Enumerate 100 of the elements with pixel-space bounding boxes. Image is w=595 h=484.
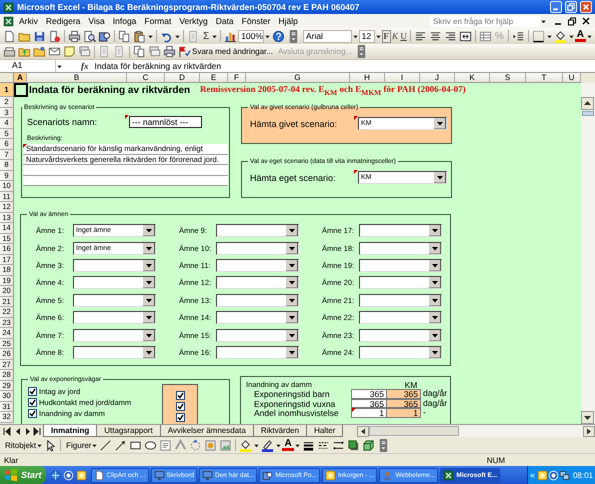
font-dropdown[interactable]: Arial	[302, 30, 352, 42]
spreadsheet-icon[interactable]	[3, 2, 14, 12]
menu-item[interactable]: Arkiv	[15, 16, 42, 26]
substance-dropdown[interactable]	[216, 242, 299, 255]
spreadsheet-icon[interactable]	[3, 16, 14, 26]
menu-item[interactable]: Redigera	[42, 16, 84, 26]
close-icon[interactable]	[580, 15, 592, 27]
column-header[interactable]: K	[455, 73, 490, 83]
tray-expand-button[interactable]: «	[530, 470, 537, 480]
sheet-navigation-icon[interactable]	[2, 426, 42, 437]
draw-menu-button[interactable]: Ritobjekt	[2, 440, 36, 450]
dropdown-arrow-icon[interactable]	[143, 312, 155, 324]
align-right-icon[interactable]	[444, 30, 457, 42]
substance-dropdown[interactable]	[73, 311, 156, 324]
column-header[interactable]: S	[490, 73, 526, 83]
column-header[interactable]: C	[127, 73, 165, 83]
dropdown-arrow-icon[interactable]	[286, 346, 298, 358]
column-header[interactable]: I	[385, 73, 420, 83]
substance-dropdown[interactable]	[216, 311, 299, 324]
dropdown-arrow-icon[interactable]	[429, 294, 441, 306]
arrow-style-icon[interactable]	[332, 438, 345, 452]
column-header[interactable]: T	[526, 73, 563, 83]
scroll-left-icon[interactable]	[357, 426, 369, 436]
scroll-up-icon[interactable]	[581, 97, 594, 110]
scrollbar-thumb[interactable]	[369, 426, 459, 436]
restore-icon[interactable]	[566, 15, 578, 27]
reply-with-changes-button[interactable]: Svara med ändringar...	[177, 45, 276, 58]
substance-dropdown[interactable]	[359, 258, 442, 272]
checkbox[interactable]	[176, 413, 184, 422]
dropdown-arrow-icon[interactable]	[143, 260, 155, 271]
print-preview-icon[interactable]	[83, 30, 96, 42]
menu-item[interactable]: Fönster	[238, 16, 274, 26]
dropdown-arrow-icon[interactable]	[286, 294, 298, 306]
shadow-icon[interactable]	[346, 438, 360, 452]
sheet-tab[interactable]: Riktvärden	[252, 425, 308, 437]
shapes-menu-button[interactable]: Figurer	[63, 440, 92, 450]
insert-function-button[interactable]: fx	[63, 61, 94, 71]
help-icon[interactable]	[272, 30, 285, 42]
dropdown-arrow-icon[interactable]	[143, 294, 155, 306]
dropdown-arrow-icon[interactable]	[434, 172, 446, 183]
diagram-icon[interactable]	[189, 438, 202, 452]
clipart-icon[interactable]	[204, 438, 218, 452]
description-cell[interactable]	[23, 165, 228, 176]
globe-icon[interactable]	[50, 470, 61, 480]
substance-dropdown[interactable]	[73, 294, 156, 307]
menu-item[interactable]: Visa	[84, 16, 109, 26]
print-icon[interactable]	[163, 45, 176, 58]
formula-field[interactable]: Indata för beräkning av riktvärden	[94, 61, 595, 71]
substance-dropdown[interactable]	[216, 224, 299, 238]
checkbox[interactable]	[28, 409, 37, 418]
network-icon[interactable]	[558, 470, 570, 480]
start-button[interactable]: Start	[0, 466, 46, 484]
italic-button[interactable]: K	[390, 30, 400, 42]
dropdown-arrow-icon[interactable]	[286, 277, 298, 288]
paste-icon[interactable]	[133, 30, 146, 42]
column-header[interactable]: E	[200, 73, 228, 83]
dropdown-arrow-icon[interactable]	[143, 330, 155, 341]
sheet-tab[interactable]: Uttagsrapport	[96, 425, 161, 437]
paint-bucket-icon[interactable]	[239, 438, 252, 452]
substance-dropdown[interactable]	[359, 224, 442, 238]
borders-icon[interactable]	[532, 30, 545, 42]
new-document-icon[interactable]	[94, 470, 105, 480]
circle-icon[interactable]	[548, 470, 559, 480]
checkbox[interactable]	[176, 402, 184, 411]
substance-dropdown[interactable]	[359, 328, 442, 342]
copy-icon[interactable]	[133, 45, 146, 58]
substance-dropdown[interactable]	[73, 328, 156, 342]
paint-bucket-icon[interactable]	[554, 30, 567, 42]
bold-button[interactable]: F	[382, 30, 391, 42]
document-badge-icon[interactable]	[48, 30, 61, 42]
substance-dropdown[interactable]	[73, 258, 156, 272]
tray-icon[interactable]	[3, 45, 16, 58]
folder-star-icon[interactable]	[33, 45, 46, 58]
dropdown-arrow-icon[interactable]	[429, 312, 441, 324]
circle-icon[interactable]	[62, 470, 74, 480]
substance-dropdown[interactable]	[216, 294, 299, 307]
dropdown-arrow-icon[interactable]	[286, 225, 298, 236]
three-d-icon[interactable]	[362, 438, 375, 452]
description-cell[interactable]	[23, 176, 228, 186]
menu-item[interactable]: Infoga	[108, 16, 140, 26]
monitor-icon[interactable]	[202, 470, 213, 480]
reply-flag-icon[interactable]	[178, 45, 191, 58]
line-icon[interactable]	[99, 438, 112, 452]
substance-dropdown[interactable]	[359, 242, 442, 255]
font-size-dropdown[interactable]: 12	[358, 30, 375, 42]
menu-item[interactable]: Data	[212, 16, 238, 26]
substance-dropdown[interactable]	[73, 346, 156, 359]
column-header[interactable]: D	[165, 73, 200, 83]
column-header[interactable]: F	[228, 73, 246, 83]
zoom-dropdown[interactable]: 100%	[238, 30, 264, 42]
column-header[interactable]: A	[14, 73, 27, 83]
substance-dropdown[interactable]	[216, 346, 299, 359]
checkbox[interactable]	[28, 398, 37, 407]
vertical-scrollbar[interactable]	[581, 83, 595, 424]
print-icon[interactable]	[68, 30, 81, 42]
dropdown-arrow-icon[interactable]	[434, 118, 446, 129]
monitor-icon[interactable]	[154, 470, 165, 480]
substance-dropdown[interactable]	[359, 346, 442, 359]
dropdown-arrow-icon[interactable]	[429, 242, 441, 254]
table-icon[interactable]	[478, 30, 492, 42]
